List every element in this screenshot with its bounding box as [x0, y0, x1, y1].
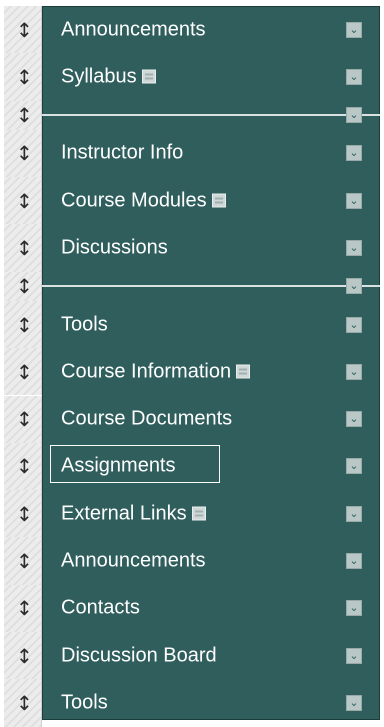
- drag-handle[interactable]: ↕: [4, 537, 42, 585]
- menu-item[interactable]: ↕ Course Documents ⌄: [4, 395, 380, 443]
- drag-handle[interactable]: ↕: [4, 348, 42, 396]
- chevron-down-icon[interactable]: ⌄: [346, 600, 362, 617]
- menu-item-label[interactable]: External Links: [61, 502, 206, 525]
- menu-item[interactable]: ↕ Instructor Info ⌄: [4, 129, 380, 178]
- drag-handle[interactable]: ↕: [4, 53, 42, 101]
- drag-handle-icon: ↕: [16, 274, 33, 299]
- drag-handle-icon: ↕: [16, 454, 33, 479]
- menu-item-label[interactable]: Announcements: [61, 18, 206, 41]
- menu-item-label[interactable]: Contacts: [61, 597, 140, 620]
- drag-handle-icon: ↕: [16, 501, 33, 526]
- chevron-down-icon[interactable]: ⌄: [346, 363, 362, 380]
- external-link-icon: [191, 506, 206, 521]
- menu-item[interactable]: ↕ Syllabus ⌄: [4, 53, 380, 101]
- chevron-down-icon[interactable]: ⌄: [346, 107, 362, 124]
- drag-handle-icon: ↕: [16, 17, 33, 42]
- external-link-icon: [236, 364, 251, 379]
- menu-item-label[interactable]: Course Documents: [61, 408, 232, 431]
- drag-handle-icon: ↕: [16, 359, 33, 384]
- divider-line: [42, 114, 380, 117]
- drag-handle[interactable]: ↕: [4, 224, 42, 272]
- menu-item[interactable]: ↕ External Links ⌄: [4, 490, 380, 538]
- chevron-down-icon[interactable]: ⌄: [346, 316, 362, 333]
- menu-item-label[interactable]: Tools: [61, 691, 108, 714]
- menu-item[interactable]: ↕ Tools ⌄: [4, 679, 380, 727]
- chevron-down-icon[interactable]: ⌄: [346, 694, 362, 711]
- drag-handle-icon: ↕: [16, 141, 33, 166]
- menu-item[interactable]: ↕ Tools ⌄: [4, 300, 380, 349]
- menu-item-label[interactable]: Course Information: [61, 360, 251, 383]
- drag-handle-icon: ↕: [16, 690, 33, 715]
- menu-divider: ↕ ⌄: [4, 271, 380, 301]
- drag-handle[interactable]: ↕: [4, 271, 42, 301]
- menu-item[interactable]: ↕ Assignments ⌄: [4, 442, 380, 491]
- menu-item[interactable]: ↕ Course Modules ⌄: [4, 177, 380, 225]
- drag-handle-icon: ↕: [16, 236, 33, 261]
- chevron-down-icon[interactable]: ⌄: [346, 458, 362, 475]
- menu-divider: ↕ ⌄: [4, 100, 380, 130]
- chevron-down-icon[interactable]: ⌄: [346, 21, 362, 38]
- course-menu: ↕ Announcements ⌄ ↕ Syllabus ⌄ ↕ ⌄ ↕ Instructor I…: [4, 6, 380, 727]
- drag-handle[interactable]: ↕: [4, 395, 42, 443]
- drag-handle[interactable]: ↕: [4, 442, 42, 491]
- drag-handle[interactable]: ↕: [4, 129, 42, 178]
- menu-item[interactable]: ↕ Announcements ⌄: [4, 6, 380, 54]
- drag-handle[interactable]: ↕: [4, 679, 42, 727]
- menu-item[interactable]: ↕ Course Information ⌄: [4, 348, 380, 396]
- chevron-down-icon[interactable]: ⌄: [346, 192, 362, 209]
- drag-handle-icon: ↕: [16, 312, 33, 337]
- drag-handle[interactable]: ↕: [4, 632, 42, 680]
- chevron-down-icon[interactable]: ⌄: [346, 411, 362, 428]
- chevron-down-icon[interactable]: ⌄: [346, 505, 362, 522]
- drag-handle[interactable]: ↕: [4, 584, 42, 632]
- drag-handle-icon: ↕: [16, 549, 33, 574]
- drag-handle[interactable]: ↕: [4, 300, 42, 349]
- drag-handle-icon: ↕: [16, 188, 33, 213]
- menu-item-label[interactable]: Course Modules: [61, 189, 226, 212]
- menu-item[interactable]: ↕ Discussions ⌄: [4, 224, 380, 272]
- chevron-down-icon[interactable]: ⌄: [346, 553, 362, 570]
- divider-line: [42, 285, 380, 288]
- menu-item-label[interactable]: Instructor Info: [61, 142, 183, 165]
- menu-item-label[interactable]: Syllabus: [61, 65, 156, 88]
- menu-item[interactable]: ↕ Announcements ⌄: [4, 537, 380, 585]
- drag-handle[interactable]: ↕: [4, 100, 42, 130]
- drag-handle-icon: ↕: [16, 596, 33, 621]
- drag-handle-icon: ↕: [16, 407, 33, 432]
- chevron-down-icon[interactable]: ⌄: [346, 278, 362, 295]
- menu-item-label[interactable]: Discussion Board: [61, 644, 217, 667]
- drag-handle[interactable]: ↕: [4, 6, 42, 54]
- external-link-icon: [211, 193, 226, 208]
- menu-item[interactable]: ↕ Contacts ⌄: [4, 584, 380, 632]
- chevron-down-icon[interactable]: ⌄: [346, 145, 362, 162]
- drag-handle-icon: ↕: [16, 64, 33, 89]
- drag-handle[interactable]: ↕: [4, 177, 42, 225]
- drag-handle-icon: ↕: [16, 643, 33, 668]
- chevron-down-icon[interactable]: ⌄: [346, 68, 362, 85]
- menu-item-label[interactable]: Announcements: [61, 550, 206, 573]
- drag-handle-icon: ↕: [16, 103, 33, 128]
- menu-item-label[interactable]: Discussions: [61, 237, 168, 260]
- menu-item-label[interactable]: Assignments: [61, 455, 176, 478]
- external-link-icon: [141, 69, 156, 84]
- menu-item-label[interactable]: Tools: [61, 313, 108, 336]
- chevron-down-icon[interactable]: ⌄: [346, 647, 362, 664]
- drag-handle[interactable]: ↕: [4, 490, 42, 538]
- menu-item[interactable]: ↕ Discussion Board ⌄: [4, 632, 380, 680]
- chevron-down-icon[interactable]: ⌄: [346, 240, 362, 257]
